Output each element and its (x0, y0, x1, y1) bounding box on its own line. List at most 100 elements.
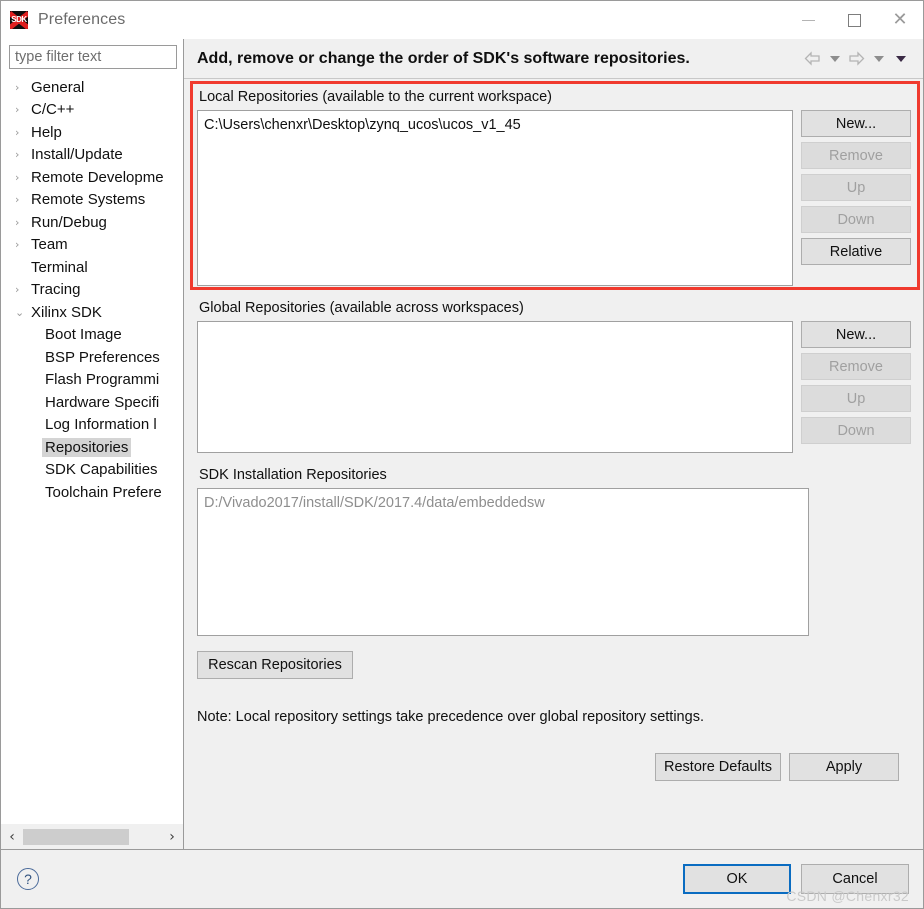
sidebar-item-label: Team (31, 236, 68, 254)
chevron-right-icon[interactable]: › (15, 103, 31, 116)
ok-button[interactable]: OK (683, 864, 791, 894)
global-repositories-section: Global Repositories (available across wo… (197, 300, 911, 453)
sidebar-item-terminal[interactable]: Terminal (1, 256, 183, 279)
help-icon[interactable]: ? (17, 868, 39, 890)
forward-arrow-icon[interactable] (846, 47, 867, 71)
chevron-down-icon[interactable]: ⌄ (15, 306, 31, 319)
chevron-right-icon[interactable]: › (15, 171, 31, 184)
sidebar-item-label: Remote Systems (31, 191, 146, 209)
sidebar-item-hardware-specifi[interactable]: Hardware Specifi (1, 391, 183, 414)
sidebar-item-sdk-capabilities[interactable]: SDK Capabilities (1, 459, 183, 482)
chevron-right-icon[interactable]: › (15, 193, 31, 206)
global-repositories-list[interactable] (197, 321, 793, 453)
title-bar: SDK Preferences ✕ (1, 1, 923, 39)
sidebar-item-help[interactable]: › Help (1, 121, 183, 144)
page-title: Add, remove or change the order of SDK's… (197, 49, 690, 67)
precedence-note: Note: Local repository settings take pre… (197, 709, 704, 725)
remove-button: Remove (801, 142, 911, 169)
page-action-buttons: Restore Defaults Apply (197, 753, 911, 781)
scrollbar-thumb[interactable] (23, 828, 129, 845)
page-header: Add, remove or change the order of SDK's… (184, 39, 923, 79)
sidebar-item-label: Xilinx SDK (31, 303, 102, 321)
sidebar-item-label: Flash Programmi (45, 371, 160, 389)
scrollbar-track[interactable] (129, 824, 161, 850)
global-repositories-buttons: New... Remove Up Down (801, 321, 911, 453)
close-icon[interactable]: ✕ (877, 1, 923, 39)
sidebar-item-flash-programmi[interactable]: Flash Programmi (1, 369, 183, 392)
dialog-footer: ? OK Cancel CSDN @Chenxr32 (1, 849, 923, 908)
sidebar-item-label: SDK Capabilities (45, 461, 158, 479)
sidebar-item-label: Install/Update (31, 146, 123, 164)
rescan-repositories-button[interactable]: Rescan Repositories (197, 651, 353, 679)
view-menu-icon[interactable] (890, 47, 911, 71)
up-button: Up (801, 385, 911, 412)
sidebar-item-remote-systems[interactable]: › Remote Systems (1, 189, 183, 212)
chevron-right-icon[interactable]: › (15, 81, 31, 94)
local-repositories-buttons: New... Remove Up Down Relative (801, 110, 911, 286)
preferences-tree[interactable]: › General › C/C++ › Help › Install/Update › Remot… (1, 74, 183, 823)
back-dropdown-icon[interactable] (824, 47, 845, 71)
scroll-right-icon[interactable]: › (161, 824, 183, 850)
sidebar-item-bsp-preferences[interactable]: BSP Preferences (1, 346, 183, 369)
list-item[interactable]: C:\Users\chenxr\Desktop\zynq_ucos\ucos_v… (204, 115, 786, 135)
chevron-right-icon[interactable]: › (15, 283, 31, 296)
sdk-icon: SDK (10, 11, 28, 29)
down-button: Down (801, 417, 911, 444)
preferences-dialog: SDK Preferences ✕ ›General›C/C++›Help›In… (0, 0, 924, 909)
sidebar-item-label: Help (31, 123, 62, 141)
back-arrow-glyph (804, 51, 820, 66)
list-item[interactable]: D:/Vivado2017/install/SDK/2017.4/data/em… (204, 493, 802, 513)
installation-repositories-list: D:/Vivado2017/install/SDK/2017.4/data/em… (197, 488, 809, 636)
minimize-button[interactable] (785, 1, 831, 39)
filter-container (1, 39, 183, 74)
new-button[interactable]: New... (801, 110, 911, 137)
maximize-button[interactable] (831, 1, 877, 39)
new-button[interactable]: New... (801, 321, 911, 348)
apply-button[interactable]: Apply (789, 753, 899, 781)
window-title: Preferences (38, 11, 126, 28)
sidebar-item-run-debug[interactable]: › Run/Debug (1, 211, 183, 234)
sidebar-item-c-c[interactable]: › C/C++ (1, 99, 183, 122)
up-button: Up (801, 174, 911, 201)
sidebar-item-boot-image[interactable]: Boot Image (1, 324, 183, 347)
chevron-right-icon[interactable]: › (15, 148, 31, 161)
sidebar-item-toolchain-prefere[interactable]: Toolchain Prefere (1, 481, 183, 504)
sidebar-item-label: Hardware Specifi (45, 393, 160, 411)
global-repositories-label: Global Repositories (available across wo… (199, 300, 524, 316)
local-repositories-label: Local Repositories (available to the cur… (199, 89, 553, 105)
sidebar-item-tracing[interactable]: › Tracing (1, 279, 183, 302)
sidebar-item-label: Repositories (42, 437, 132, 457)
forward-arrow-glyph (849, 51, 865, 66)
sdk-icon-label: SDK (11, 15, 27, 24)
scroll-left-icon[interactable]: ‹ (1, 824, 23, 850)
sidebar-item-repositories[interactable]: Repositories (1, 436, 183, 459)
sidebar-item-label: C/C++ (31, 101, 75, 119)
sidebar-item-remote-developme[interactable]: › Remote Developme (1, 166, 183, 189)
sidebar-item-general[interactable]: › General (1, 76, 183, 99)
sidebar-item-label: BSP Preferences (45, 348, 160, 366)
sidebar-item-team[interactable]: › Team (1, 234, 183, 257)
relative-button[interactable]: Relative (801, 238, 911, 265)
sidebar-horizontal-scrollbar[interactable]: ‹ › (1, 823, 183, 849)
search-input[interactable] (9, 45, 177, 69)
sidebar-item-label: Boot Image (45, 326, 122, 344)
forward-dropdown-icon[interactable] (868, 47, 889, 71)
sidebar-item-label: Log Information l (45, 416, 157, 434)
sidebar-item-log-information-l[interactable]: Log Information l (1, 414, 183, 437)
window-controls: ✕ (785, 1, 923, 39)
sidebar-item-xilinx-sdk[interactable]: ⌄ Xilinx SDK (1, 301, 183, 324)
sidebar-item-label: General (31, 78, 85, 96)
remove-button: Remove (801, 353, 911, 380)
sidebar-item-install-update[interactable]: › Install/Update (1, 144, 183, 167)
back-arrow-icon[interactable] (802, 47, 823, 71)
sidebar-item-label: Tracing (31, 281, 81, 299)
dialog-body: ›General›C/C++›Help›Install/Update›Remot… (1, 39, 923, 849)
chevron-right-icon[interactable]: › (15, 238, 31, 251)
chevron-right-icon[interactable]: › (15, 126, 31, 139)
restore-defaults-button[interactable]: Restore Defaults (655, 753, 781, 781)
chevron-right-icon[interactable]: › (15, 216, 31, 229)
preferences-page: Add, remove or change the order of SDK's… (184, 39, 923, 849)
sidebar-item-label: Toolchain Prefere (45, 483, 162, 501)
sidebar-item-label: Run/Debug (31, 213, 107, 231)
local-repositories-list[interactable]: C:\Users\chenxr\Desktop\zynq_ucos\ucos_v… (197, 110, 793, 286)
